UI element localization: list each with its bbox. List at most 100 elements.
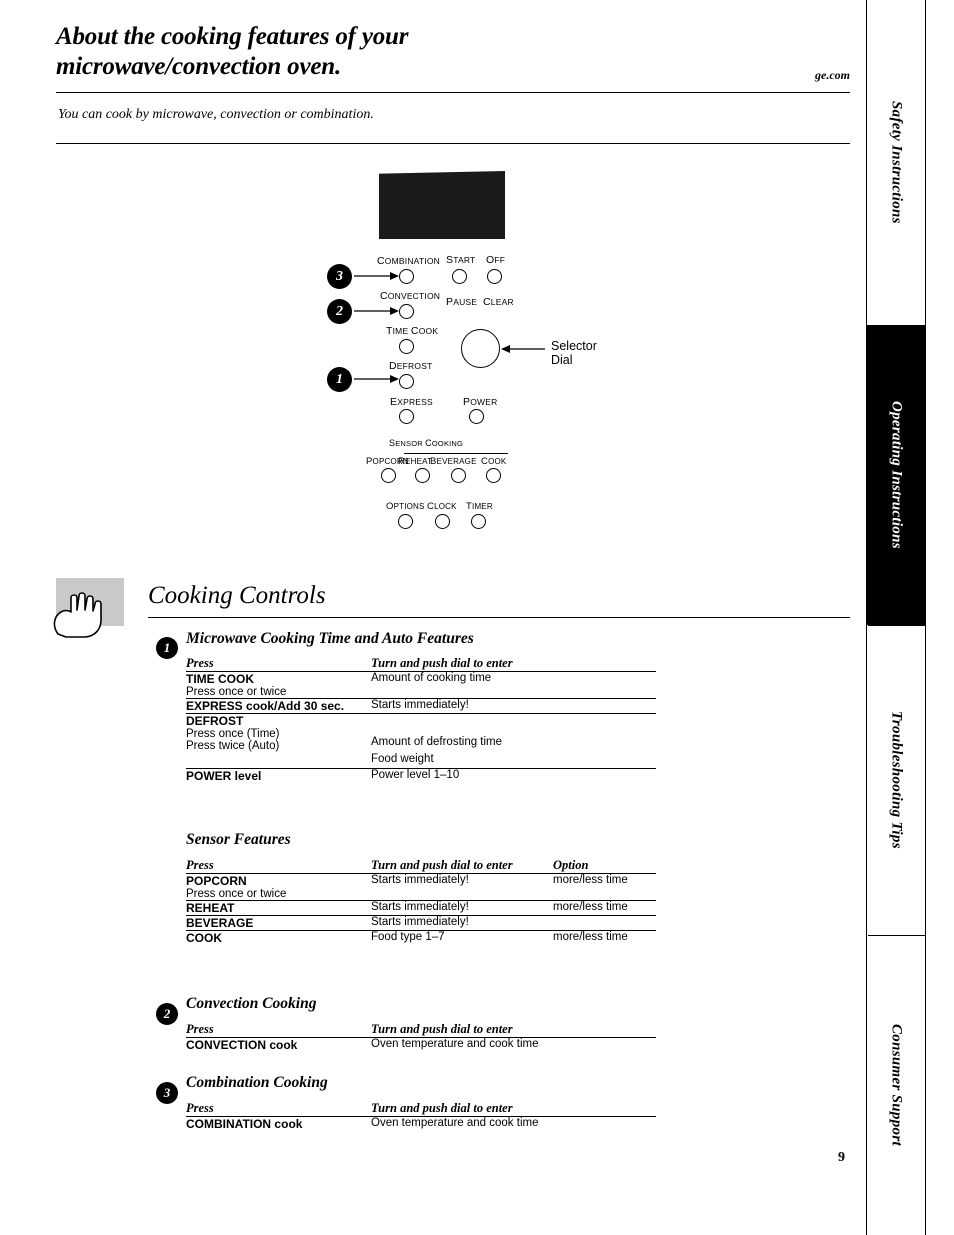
cell-enter: Amount of cooking time <box>371 671 656 699</box>
side-tab-troubleshooting-tips[interactable]: Troubleshooting Tips <box>866 625 926 935</box>
button-label-off: OFF <box>486 254 506 266</box>
selector-dial-label: Selector Dial <box>551 339 597 367</box>
options-button[interactable] <box>398 514 413 529</box>
cell-press: BEVERAGE <box>186 915 371 931</box>
cell-press: POWER level <box>186 768 371 783</box>
button-label-reheat: REHEAT <box>398 456 433 467</box>
button-label-timer: TIMER <box>466 501 493 512</box>
option-label: more/less time <box>553 901 628 913</box>
button-label-express: EXPRESS <box>390 396 433 408</box>
cook-button[interactable] <box>486 468 501 483</box>
side-tab-column: Safety Instructions Operating Instructio… <box>866 0 954 1235</box>
callout-3: 3 <box>327 264 352 289</box>
cell-enter: Food type 1–7 <box>371 930 553 945</box>
cell-enter: Starts immediately! <box>371 698 656 714</box>
sensor-cooking-group-label: SENSOR COOKING <box>389 438 464 448</box>
cell-press: EXPRESS cook/Add 30 sec. <box>186 698 371 714</box>
cell-option: more/less time <box>553 873 656 901</box>
enter-label: Oven temperature and cook time <box>371 1038 539 1050</box>
side-tab-consumer-support[interactable]: Consumer Support <box>866 935 926 1235</box>
table-sensor-features: Press Turn and push dial to enter Option… <box>186 858 656 945</box>
cell-press: COMBINATION cook <box>186 1116 371 1131</box>
table-row: COMBINATION cook Oven temperature and co… <box>186 1116 656 1131</box>
convection-button[interactable] <box>399 304 414 319</box>
side-tab-operating-instructions[interactable]: Operating Instructions <box>866 325 926 625</box>
side-tab-label: Troubleshooting Tips <box>888 711 905 849</box>
button-label-combination: COMBINATION <box>377 255 441 267</box>
section-title-convection-cooking: Convection Cooking <box>186 995 317 1012</box>
section-badge-2: 2 <box>156 1003 178 1025</box>
table-convection-cooking: Press Turn and push dial to enter CONVEC… <box>186 1022 656 1052</box>
table-row: COOK Food type 1–7 more/less time <box>186 930 656 945</box>
press-label: EXPRESS cook/Add 30 sec. <box>186 699 345 713</box>
press-label: POWER level <box>186 769 262 783</box>
button-label-start: START <box>446 254 476 266</box>
button-label-beverage: BEVERAGE <box>430 456 477 467</box>
clock-button[interactable] <box>435 514 450 529</box>
cell-enter: Power level 1–10 <box>371 768 656 783</box>
combination-button[interactable] <box>399 269 414 284</box>
page-title: About the cooking features of your micro… <box>56 22 656 82</box>
timer-button[interactable] <box>471 514 486 529</box>
cooking-controls-title: Cooking Controls <box>148 582 326 609</box>
oven-display-window <box>379 171 505 239</box>
beverage-button[interactable] <box>451 468 466 483</box>
cell-enter: Starts immediately! <box>371 915 553 931</box>
enter-label: Power level 1–10 <box>371 769 460 781</box>
table-row: POPCORN Press once or twice Starts immed… <box>186 873 656 901</box>
press-label: COOK <box>186 931 222 945</box>
col-header-enter: Turn and push dial to enter <box>371 1101 513 1115</box>
cell-enter: Oven temperature and cook time <box>371 1037 656 1052</box>
press-sublabel: Press once or twice <box>186 686 287 698</box>
cell-option <box>553 915 656 931</box>
page-subheading: You can cook by microwave, convection or… <box>58 107 374 122</box>
page-title-line1: About the cooking features of your <box>56 23 409 50</box>
side-tab-safety-instructions[interactable]: Safety Instructions <box>866 0 926 325</box>
enter-label: Starts immediately! <box>371 916 469 928</box>
table-row: EXPRESS cook/Add 30 sec. Starts immediat… <box>186 698 656 714</box>
cell-press: CONVECTION cook <box>186 1037 371 1052</box>
defrost-button[interactable] <box>399 374 414 389</box>
selector-dial[interactable] <box>461 329 500 368</box>
cell-option: more/less time <box>553 930 656 945</box>
button-label-cook: COOK <box>481 456 507 467</box>
col-header-option: Option <box>553 858 589 872</box>
col-header-press: Press <box>186 858 214 872</box>
press-label: COMBINATION cook <box>186 1117 303 1131</box>
press-label: BEVERAGE <box>186 916 254 930</box>
time-cook-button[interactable] <box>399 339 414 354</box>
cell-enter: Oven temperature and cook time <box>371 1116 656 1131</box>
enter-label: Starts immediately! <box>371 901 469 913</box>
power-button[interactable] <box>469 409 484 424</box>
cell-enter: Amount of defrosting time Food weight <box>371 713 656 769</box>
subheading-divider <box>56 143 850 144</box>
enter-label: Amount of defrosting time Food weight <box>371 736 503 765</box>
callout-arrows <box>354 272 545 383</box>
button-label-convection: CONVECTION <box>380 290 441 302</box>
start-button[interactable] <box>452 269 467 284</box>
col-header-press: Press <box>186 1101 214 1115</box>
popcorn-button[interactable] <box>381 468 396 483</box>
table-header-row: Press Turn and push dial to enter <box>186 1101 656 1117</box>
enter-label: Amount of cooking time <box>371 672 492 684</box>
press-label: REHEAT <box>186 901 235 915</box>
press-sublabel: Press once (Time) Press twice (Auto) <box>186 728 280 752</box>
col-header-enter: Turn and push dial to enter <box>371 858 513 872</box>
cell-press: REHEAT <box>186 900 371 916</box>
cell-option: more/less time <box>553 900 656 916</box>
cell-press: TIME COOK Press once or twice <box>186 671 371 699</box>
sensor-group-divider <box>404 453 508 454</box>
table-header-row: Press Turn and push dial to enter <box>186 1022 656 1038</box>
cell-press: POPCORN Press once or twice <box>186 873 371 901</box>
side-tab-label: Safety Instructions <box>888 101 905 224</box>
press-label: CONVECTION cook <box>186 1038 298 1052</box>
table-row: POWER level Power level 1–10 <box>186 768 656 783</box>
side-tab-label: Consumer Support <box>888 1024 905 1146</box>
table-row: TIME COOK Press once or twice Amount of … <box>186 671 656 699</box>
table-microwave-cooking: Press Turn and push dial to enter TIME C… <box>186 656 656 783</box>
express-button[interactable] <box>399 409 414 424</box>
press-label: TIME COOK <box>186 672 254 686</box>
reheat-button[interactable] <box>415 468 430 483</box>
button-sublabel-clear: CLEAR <box>483 296 514 308</box>
off-button[interactable] <box>487 269 502 284</box>
